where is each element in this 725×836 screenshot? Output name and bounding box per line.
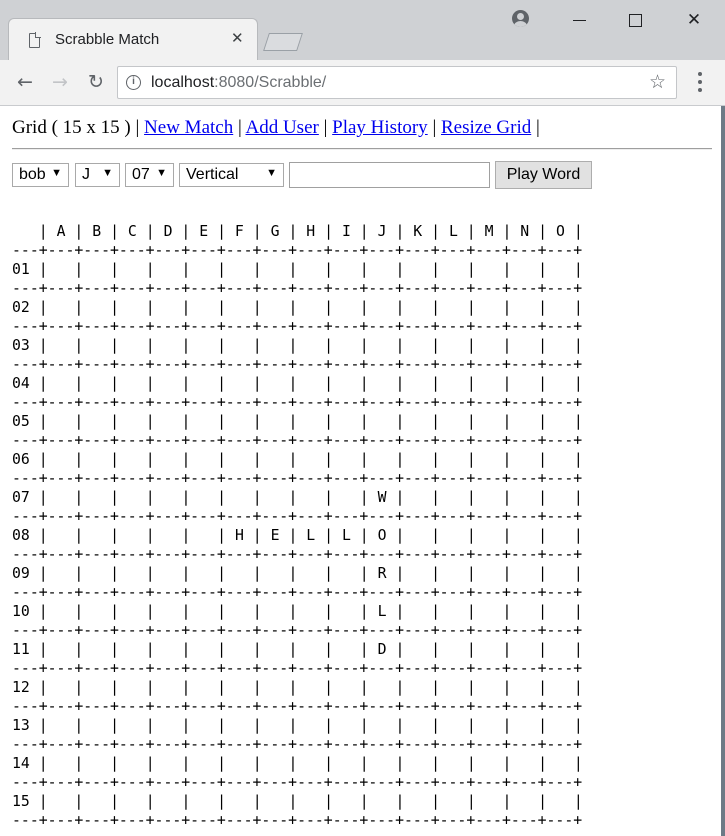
- direction-select[interactable]: Vertical ▼: [179, 163, 284, 187]
- column-header: G: [270, 223, 280, 240]
- url-path: :8080/Scrabble/: [214, 74, 327, 91]
- minimize-button[interactable]: [551, 0, 609, 40]
- tab-title: Scrabble Match: [55, 31, 160, 48]
- row-header: 11: [12, 641, 30, 658]
- bookmark-star-icon[interactable]: ☆: [649, 71, 666, 93]
- row-header: 07: [12, 489, 30, 506]
- chevron-down-icon: ▼: [51, 167, 62, 179]
- row-header: 13: [12, 717, 30, 734]
- row-header: 04: [12, 375, 30, 392]
- forward-arrow-icon[interactable]: →: [48, 70, 72, 94]
- reload-icon[interactable]: ↻: [84, 70, 108, 94]
- resize-grid-link[interactable]: Resize Grid: [441, 117, 531, 138]
- board-tile: L: [377, 603, 387, 620]
- top-nav: Grid ( 15 x 15 ) | New Match | Add User …: [12, 117, 540, 139]
- maximize-icon: [629, 14, 642, 27]
- column-select-value: J: [82, 166, 90, 183]
- maximize-button[interactable]: [608, 0, 666, 40]
- back-arrow-icon[interactable]: ←: [13, 70, 37, 94]
- row-header: 06: [12, 451, 30, 468]
- player-select-value: bob: [19, 166, 46, 183]
- column-header: J: [377, 223, 387, 240]
- browser-chrome: Scrabble Match ✕ ✕ ← → ↻ i localhost:808…: [0, 0, 725, 106]
- url-text[interactable]: localhost:8080/Scrabble/: [151, 74, 326, 92]
- column-header: C: [127, 223, 137, 240]
- column-header: H: [306, 223, 316, 240]
- browser-tab[interactable]: Scrabble Match ✕: [8, 18, 258, 60]
- row-header: 01: [12, 261, 30, 278]
- row-header: 15: [12, 793, 30, 810]
- row-header: 14: [12, 755, 30, 772]
- url-host: localhost: [151, 74, 215, 91]
- close-window-button[interactable]: ✕: [665, 0, 723, 40]
- direction-select-value: Vertical: [186, 166, 239, 183]
- window-edge: [721, 106, 725, 836]
- row-header: 09: [12, 565, 30, 582]
- browser-toolbar: ← → ↻ i localhost:8080/Scrabble/ ☆: [0, 60, 725, 106]
- new-tab-button[interactable]: [263, 33, 303, 51]
- chevron-down-icon: ▼: [156, 167, 167, 179]
- page-content: Grid ( 15 x 15 ) | New Match | Add User …: [0, 106, 721, 836]
- board-tile: L: [306, 527, 316, 544]
- browser-menu-icon[interactable]: [693, 72, 707, 94]
- nav-separator: |: [432, 117, 437, 138]
- column-header: B: [92, 223, 102, 240]
- profile-icon[interactable]: [512, 10, 529, 27]
- column-header: F: [234, 223, 244, 240]
- column-header: L: [448, 223, 458, 240]
- row-header: 10: [12, 603, 30, 620]
- nav-separator: |: [135, 117, 140, 138]
- row-header: 03: [12, 337, 30, 354]
- chevron-down-icon: ▼: [102, 167, 113, 179]
- minimize-icon: [573, 20, 586, 21]
- column-header: E: [199, 223, 209, 240]
- address-bar[interactable]: i localhost:8080/Scrabble/ ☆: [117, 66, 677, 99]
- add-user-link[interactable]: Add User: [245, 117, 318, 138]
- column-header: I: [341, 223, 351, 240]
- board-tile: H: [234, 527, 244, 544]
- play-word-button[interactable]: Play Word: [495, 161, 592, 189]
- info-icon[interactable]: i: [126, 75, 141, 90]
- grid-size-label: Grid ( 15 x 15 ): [12, 117, 131, 138]
- row-select-value: 07: [132, 166, 150, 183]
- tab-close-icon[interactable]: ✕: [231, 29, 244, 47]
- row-header: 05: [12, 413, 30, 430]
- row-header: 02: [12, 299, 30, 316]
- column-header: N: [520, 223, 530, 240]
- title-bar: Scrabble Match ✕ ✕: [0, 0, 725, 60]
- new-match-link[interactable]: New Match: [144, 117, 233, 138]
- chevron-down-icon: ▼: [266, 167, 277, 179]
- scrabble-board: | A | B | C | D | E | F | G | H | I | J …: [12, 223, 583, 829]
- row-select[interactable]: 07 ▼: [125, 163, 174, 187]
- column-header: D: [163, 223, 173, 240]
- nav-separator: |: [237, 117, 242, 138]
- board-tile: O: [377, 527, 387, 544]
- column-select[interactable]: J ▼: [75, 163, 120, 187]
- column-header: A: [56, 223, 66, 240]
- board-tile: L: [341, 527, 351, 544]
- column-header: M: [484, 223, 494, 240]
- column-header: K: [413, 223, 423, 240]
- nav-separator: |: [535, 117, 540, 138]
- board-tile: W: [377, 489, 387, 506]
- nav-separator: |: [323, 117, 328, 138]
- play-history-link[interactable]: Play History: [332, 117, 428, 138]
- board-tile: D: [377, 641, 387, 658]
- board-tile: E: [270, 527, 280, 544]
- row-header: 12: [12, 679, 30, 696]
- document-icon: [29, 32, 41, 48]
- board-tile: R: [377, 565, 387, 582]
- player-select[interactable]: bob ▼: [12, 163, 69, 187]
- divider: [12, 148, 712, 150]
- word-input[interactable]: [289, 162, 490, 188]
- column-header: O: [555, 223, 565, 240]
- row-header: 08: [12, 527, 30, 544]
